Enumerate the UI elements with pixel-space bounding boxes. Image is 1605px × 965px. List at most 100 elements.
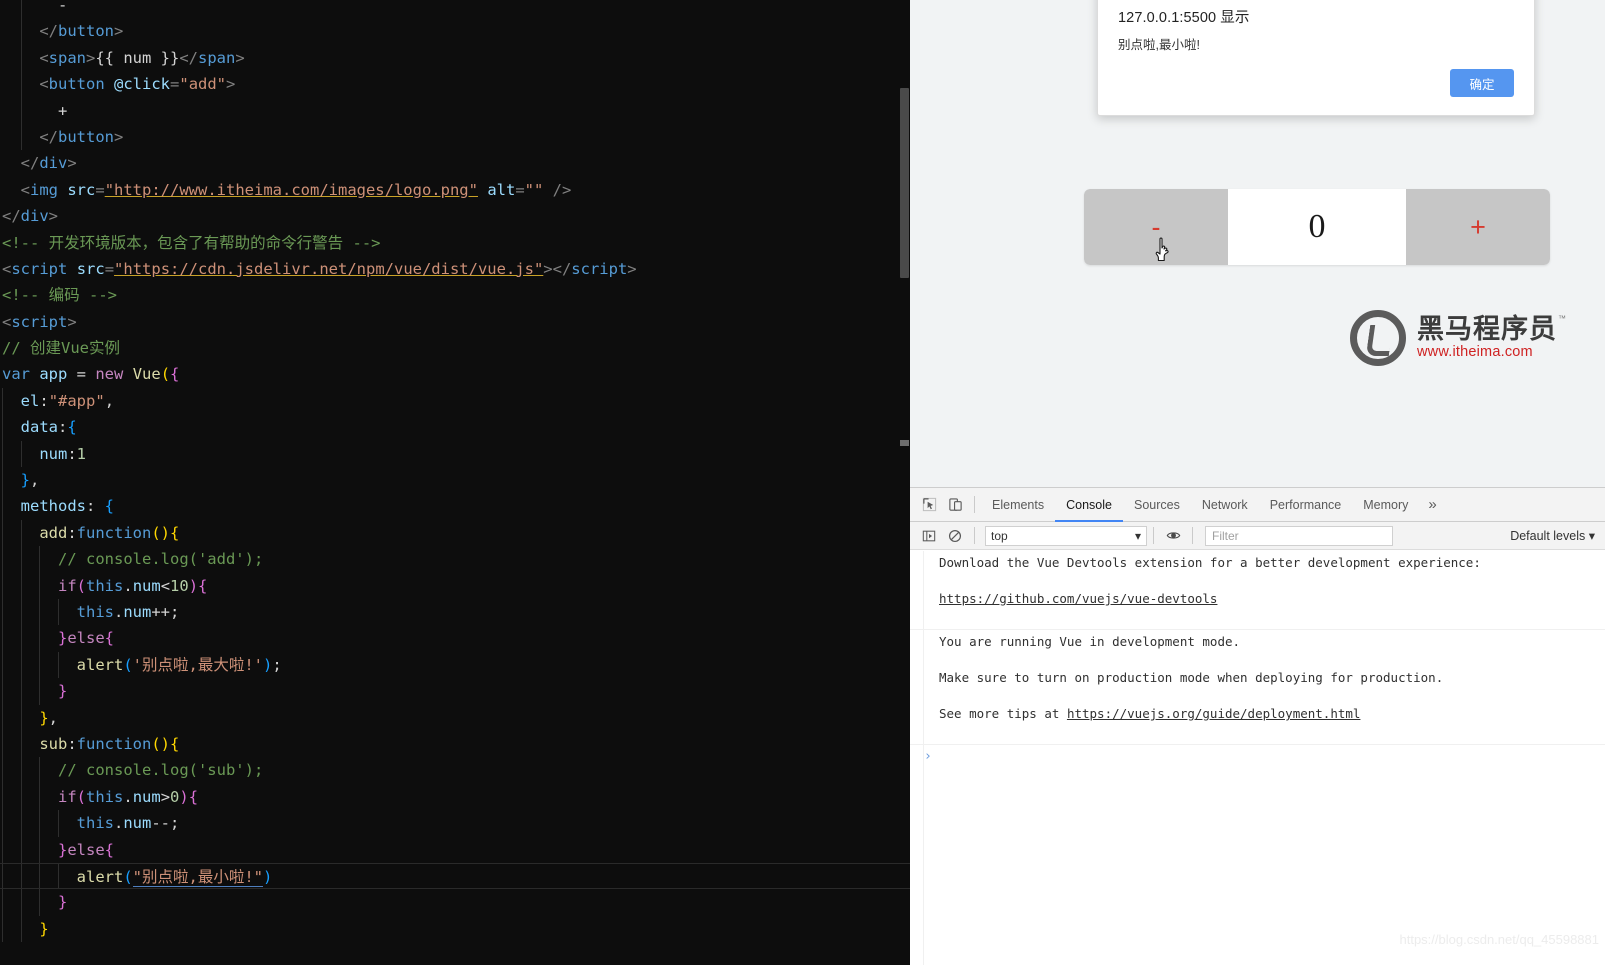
code-token: src (67, 180, 96, 199)
console-message-link[interactable]: https://vuejs.org/guide/deployment.html (1067, 706, 1361, 721)
console-message-list[interactable]: Download the Vue Devtools extension for … (910, 551, 1605, 965)
code-line[interactable]: var app = new Vue({ (0, 361, 910, 387)
indent-guide (20, 730, 22, 758)
code-token: </ (2, 207, 21, 226)
code-token: - (2, 0, 68, 14)
code-line[interactable]: </div> (0, 203, 910, 229)
code-line[interactable]: alert("别点啦,最小啦!") (0, 862, 910, 890)
code-token: > (67, 154, 77, 173)
code-line[interactable]: }, (0, 704, 910, 731)
editor-scrollbar[interactable] (900, 0, 909, 965)
code-line[interactable]: data:{ (0, 414, 910, 441)
more-tabs-chevron-icon[interactable]: » (1419, 496, 1445, 513)
code-line[interactable]: el:"#app", (0, 387, 910, 415)
code-token: () (151, 523, 170, 542)
code-line[interactable]: num:1 (0, 440, 910, 468)
code-line[interactable]: }, (0, 467, 910, 494)
code-line[interactable]: <button @click="add"> (0, 71, 910, 98)
code-line[interactable]: this.num--; (0, 810, 910, 837)
code-line[interactable]: <img src="http://www.itheima.com/images/… (0, 177, 910, 203)
live-expression-eye-icon[interactable] (1160, 523, 1186, 549)
code-line[interactable]: add:function(){ (0, 519, 910, 547)
code-line[interactable]: alert('别点啦,最大啦!'); (0, 651, 910, 679)
code-line[interactable]: methods: { (0, 493, 910, 520)
indent-guide (2, 863, 3, 889)
code-line[interactable]: - (0, 0, 910, 19)
log-levels-select[interactable]: Default levels ▾ (1510, 528, 1595, 543)
alert-ok-button[interactable]: 确定 (1450, 69, 1514, 97)
console-input-prompt[interactable]: › (910, 745, 1605, 768)
code-line[interactable]: + (0, 97, 910, 124)
tab-console[interactable]: Console (1055, 488, 1123, 522)
code-line[interactable]: if(this.num<10){ (0, 572, 910, 599)
code-line[interactable]: // 创建Vue实例 (0, 335, 910, 361)
tab-performance[interactable]: Performance (1259, 488, 1353, 522)
indent-guide (20, 546, 22, 573)
code-line[interactable]: } (0, 915, 910, 943)
code-line[interactable]: if(this.num>0){ (0, 783, 910, 811)
tab-memory[interactable]: Memory (1352, 488, 1419, 522)
inspect-element-icon[interactable] (916, 492, 942, 518)
console-sidebar-toggle-icon[interactable] (916, 523, 942, 549)
indent-guide (39, 598, 41, 626)
code-line[interactable]: </button> (0, 18, 910, 45)
code-token: ( (160, 365, 171, 384)
code-line[interactable]: } (0, 889, 910, 916)
code-line[interactable]: // console.log('add'); (0, 546, 910, 573)
code-line[interactable]: this.num++; (0, 598, 910, 626)
code-line[interactable]: <span>{{ num }}</span> (0, 44, 910, 72)
code-line[interactable]: </button> (0, 123, 910, 151)
indent-guide (2, 836, 3, 863)
code-token: this (76, 814, 114, 833)
code-token: '别点啦,最大啦!' (132, 655, 263, 674)
counter-increment-button[interactable]: + (1406, 189, 1550, 265)
code-token: ( (123, 655, 133, 674)
code-token: ></ (543, 259, 572, 278)
code-line[interactable]: <script> (0, 309, 910, 335)
code-line[interactable]: } (0, 678, 910, 705)
indent-guide (2, 572, 3, 599)
console-filter-input[interactable] (1205, 525, 1393, 546)
indent-guide (20, 18, 22, 45)
code-token: --; (151, 814, 180, 833)
code-line[interactable]: <!-- 编码 --> (0, 282, 910, 308)
console-message-link[interactable]: https://github.com/vuejs/vue-devtools (939, 591, 1217, 606)
toggle-device-toolbar-icon[interactable] (942, 492, 968, 518)
code-token: ) (263, 867, 273, 886)
counter-decrement-button[interactable]: - (1084, 189, 1228, 265)
code-token: . (113, 602, 124, 621)
code-line[interactable]: }else{ (0, 836, 910, 863)
code-token: , (104, 391, 115, 410)
code-token: alert (76, 655, 124, 674)
code-token: button (58, 22, 114, 41)
indent-guide (2, 651, 3, 679)
code-line[interactable]: }else{ (0, 625, 910, 652)
tab-sources[interactable]: Sources (1123, 488, 1191, 522)
code-token: alt (487, 180, 516, 199)
itheima-url-label: www.itheima.com (1417, 344, 1533, 361)
indent-guide (39, 783, 41, 811)
execution-context-select[interactable]: top ▾ (985, 525, 1147, 546)
code-token: < (160, 576, 171, 595)
code-line[interactable]: </div> (0, 150, 910, 176)
tab-elements[interactable]: Elements (981, 488, 1055, 522)
indent-guide (20, 97, 22, 124)
tab-network[interactable]: Network (1191, 488, 1259, 522)
indent-guide (39, 889, 41, 916)
code-editor[interactable]: - </button> <span>{{ num }}</span> <butt… (0, 0, 910, 965)
code-token: // 创建Vue实例 (2, 339, 120, 358)
editor-scrollbar-thumb[interactable] (900, 88, 909, 278)
code-line[interactable]: <script src="https://cdn.jsdelivr.net/np… (0, 256, 910, 282)
clear-console-icon[interactable] (942, 523, 968, 549)
code-line[interactable]: sub:function(){ (0, 730, 910, 758)
code-token: , (48, 708, 59, 727)
code-content[interactable]: - </button> <span>{{ num }}</span> <butt… (0, 0, 910, 943)
code-token: : (67, 523, 77, 542)
code-line[interactable]: <!-- 开发环境版本，包含了有帮助的命令行警告 --> (0, 230, 910, 256)
code-token: } (39, 919, 49, 938)
code-line[interactable]: // console.log('sub'); (0, 757, 910, 784)
